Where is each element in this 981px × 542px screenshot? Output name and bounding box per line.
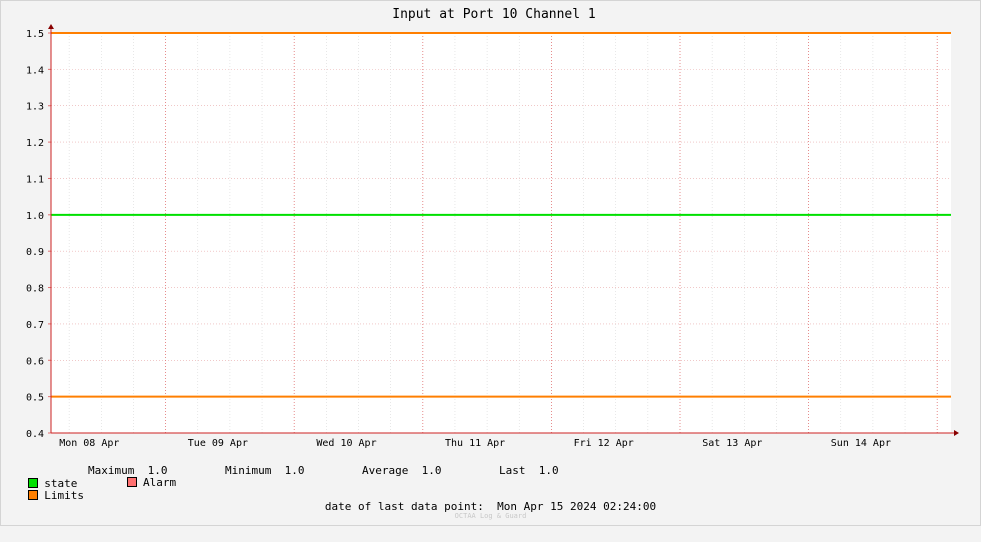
grid [51,32,951,434]
y-axis-arrow [48,24,54,29]
y-tick-label: 1.5 [26,29,44,40]
stat-minimum: Minimum 1.0 [225,464,304,477]
y-tick-label: 1.1 [26,174,44,185]
legend-swatch-alarm [127,477,137,487]
stat-last: Last 1.0 [499,464,559,477]
y-tick-label: 0.7 [26,320,44,331]
y-tick-label: 1.0 [26,211,44,222]
x-tick-label: Sun 14 Apr [831,438,891,449]
y-tick-label: 0.8 [26,284,44,295]
y-tick-label: 1.2 [26,138,44,149]
chart-title: Input at Port 10 Channel 1 [392,7,596,22]
watermark: OCTAA Log & Guard [454,512,527,520]
plot-area [51,33,951,433]
x-tick-label: Wed 10 Apr [316,438,376,449]
x-axis-arrow [954,430,959,436]
legend-swatch-limits [28,490,39,500]
stat-last-label: Last [499,464,526,477]
legend-row-limits: Limits Alarm [15,476,176,502]
y-tick-label: 0.5 [26,393,44,404]
y-tick-label: 1.3 [26,102,44,113]
stat-last-value: 1.0 [538,464,559,477]
chart-canvas: Input at Port 10 Channel 1 0.4 0.5 0.6 0.7 0… [26,7,959,449]
x-tick-label: Fri 12 Apr [574,438,634,449]
stat-average-value: 1.0 [421,464,442,477]
x-tick-label: Thu 11 Apr [445,438,505,449]
y-tick-label: 1.4 [26,65,44,76]
y-tick-label: 0.6 [26,356,44,367]
x-tick-label: Mon 08 Apr [59,438,119,449]
stat-minimum-label: Minimum [225,464,272,477]
y-tick-label: 0.9 [26,247,44,258]
y-tick-label: 0.4 [26,429,44,440]
legend-label-alarm: Alarm [143,476,177,489]
stat-minimum-value: 1.0 [284,464,305,477]
x-tick-label: Sat 13 Apr [702,438,762,449]
stat-average-label: Average [362,464,409,477]
x-tick-label: Tue 09 Apr [188,438,248,449]
legend-item-alarm: Alarm [127,476,176,489]
stat-average: Average 1.0 [362,464,441,477]
